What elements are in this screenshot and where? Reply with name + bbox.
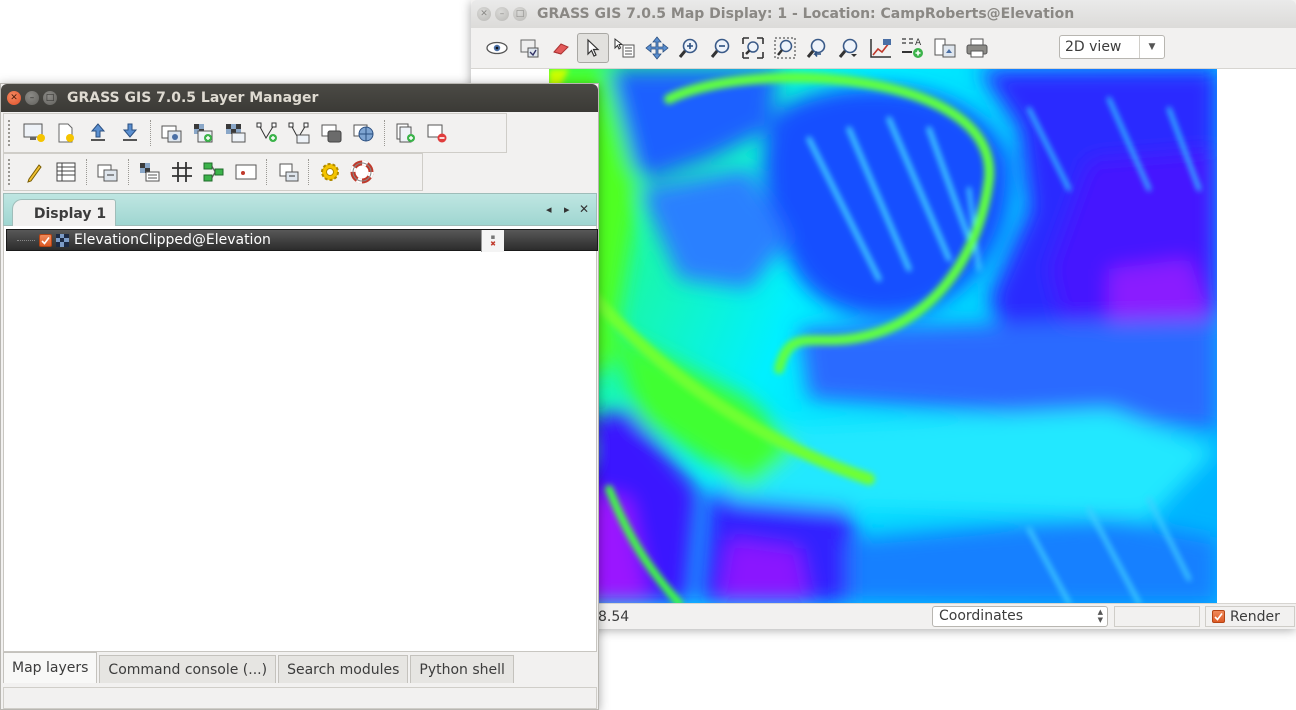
zoom-out-icon[interactable] — [705, 33, 737, 63]
toolbar-separator — [128, 159, 130, 185]
close-tab-icon[interactable]: ✕ — [579, 202, 589, 216]
toolbar-separator — [150, 120, 152, 146]
raster-legend-icon[interactable] — [134, 157, 166, 187]
map-display-titlebar[interactable]: ✕ – □ GRASS GIS 7.0.5 Map Display: 1 - L… — [471, 0, 1296, 28]
zoom-box-icon[interactable] — [769, 33, 801, 63]
zoom-menu-icon[interactable] — [833, 33, 865, 63]
view-mode-select[interactable]: 2D view ▼ — [1059, 35, 1165, 59]
render-map-icon[interactable] — [513, 33, 545, 63]
ps-map-icon[interactable] — [230, 157, 262, 187]
toolbar-separator — [308, 159, 310, 185]
spin-arrows-icon[interactable]: ▲ ▼ — [1098, 608, 1103, 624]
layer-item[interactable]: ElevationClipped@Elevation ▪ ✖ — [6, 229, 598, 252]
chevron-down-icon[interactable]: ▼ — [1139, 36, 1164, 58]
add-raster-icon[interactable] — [156, 118, 188, 148]
new-display-icon[interactable] — [18, 118, 50, 148]
maximize-window-icon[interactable]: □ — [43, 91, 57, 105]
toolbar-separator — [384, 120, 386, 146]
minimize-window-icon[interactable]: – — [495, 7, 509, 21]
layer-manager-titlebar[interactable]: ✕ – □ GRASS GIS 7.0.5 Layer Manager — [1, 84, 598, 112]
zoom-back-icon[interactable] — [801, 33, 833, 63]
tab-display-1-label: Display 1 — [33, 205, 107, 222]
modeler-icon[interactable] — [198, 157, 230, 187]
display-notebook: Display 1 ◂ ▸ ✕ — [3, 193, 597, 227]
tab-scroll-left-icon[interactable]: ◂ — [546, 203, 552, 216]
minimize-window-icon[interactable]: – — [25, 91, 39, 105]
tab-display-1[interactable]: Display 1 — [12, 199, 116, 227]
print-icon[interactable] — [961, 33, 993, 63]
close-window-icon[interactable]: ✕ — [7, 91, 21, 105]
tab-command-console[interactable]: Command console (...) — [99, 655, 277, 683]
maximize-window-icon[interactable]: □ — [513, 7, 527, 21]
layer-manager-window: ✕ – □ GRASS GIS 7.0.5 Layer Manager Disp… — [0, 83, 599, 710]
zoom-extent-icon[interactable] — [737, 33, 769, 63]
save-image-icon[interactable] — [929, 33, 961, 63]
checkbox-checked-icon[interactable] — [1212, 610, 1225, 623]
add-wms-icon[interactable] — [348, 118, 380, 148]
raster-layer-icon — [56, 233, 69, 247]
add-multiple-raster-icon[interactable] — [188, 118, 220, 148]
layer-manager-statusbar — [3, 687, 597, 709]
new-workspace-icon[interactable] — [50, 118, 82, 148]
tab-map-layers[interactable]: Map layers — [3, 652, 98, 683]
tab-scroll-right-icon[interactable]: ▸ — [564, 203, 570, 216]
close-window-icon[interactable]: ✕ — [477, 7, 491, 21]
edit-vector-icon[interactable] — [18, 157, 50, 187]
add-vector-icon[interactable] — [252, 118, 284, 148]
layer-checkbox[interactable] — [39, 233, 52, 247]
pointer-icon[interactable] — [577, 33, 609, 63]
zoom-in-icon[interactable] — [673, 33, 705, 63]
eye-icon[interactable] — [481, 33, 513, 63]
tree-connector — [17, 239, 35, 241]
elevation-raster[interactable] — [549, 69, 1217, 603]
pan-icon[interactable] — [641, 33, 673, 63]
layer-tree: ElevationClipped@Elevation ▪ ✖ — [3, 226, 598, 652]
statusbar-field — [1114, 606, 1200, 627]
render-checkbox[interactable]: Render — [1205, 606, 1295, 627]
render-label: Render — [1230, 608, 1280, 625]
script-icon[interactable] — [272, 157, 304, 187]
layer-manager-title: GRASS GIS 7.0.5 Layer Manager — [67, 90, 319, 106]
open-workspace-icon[interactable] — [82, 118, 114, 148]
toolbar-grip[interactable] — [8, 120, 14, 146]
add-overlay-icon[interactable] — [316, 118, 348, 148]
coordinate-readout: 8.54 — [598, 609, 630, 625]
toolbar-separator — [266, 159, 268, 185]
add-raster-misc-icon[interactable] — [220, 118, 252, 148]
layer-context-button[interactable]: ▪ ✖ — [481, 230, 504, 252]
remove-layer-icon[interactable] — [422, 118, 454, 148]
settings-icon[interactable] — [314, 157, 346, 187]
toolbar-separator — [86, 159, 88, 185]
statusbar-mode-value: Coordinates — [939, 608, 1024, 624]
map-toolbar-buttons: A — [481, 33, 993, 63]
attribute-table-icon[interactable] — [50, 157, 82, 187]
layer-toolbar-row1 — [3, 113, 507, 153]
tab-search-modules[interactable]: Search modules — [278, 655, 409, 683]
save-workspace-icon[interactable] — [114, 118, 146, 148]
layer-name: ElevationClipped@Elevation — [74, 232, 271, 248]
svg-text:A: A — [915, 38, 922, 48]
decoration-icon[interactable]: A — [897, 33, 929, 63]
map-display-title: GRASS GIS 7.0.5 Map Display: 1 - Locatio… — [537, 6, 1075, 22]
layer-toolbar-row2 — [3, 153, 423, 191]
add-multiple-vector-icon[interactable] — [284, 118, 316, 148]
view-mode-value: 2D view — [1065, 39, 1122, 55]
eraser-icon[interactable] — [545, 33, 577, 63]
statusbar-mode-select[interactable]: Coordinates ▲ ▼ — [932, 606, 1108, 627]
tab-python-shell[interactable]: Python shell — [410, 655, 514, 683]
toolbar-grip[interactable] — [8, 159, 14, 185]
help-icon[interactable] — [346, 157, 378, 187]
grid-icon[interactable] — [166, 157, 198, 187]
add-group-icon[interactable] — [390, 118, 422, 148]
analyze-icon[interactable] — [865, 33, 897, 63]
map-calculator-icon[interactable] — [92, 157, 124, 187]
bottom-tabbar: Map layers Command console (...) Search … — [3, 652, 597, 683]
query-icon[interactable] — [609, 33, 641, 63]
